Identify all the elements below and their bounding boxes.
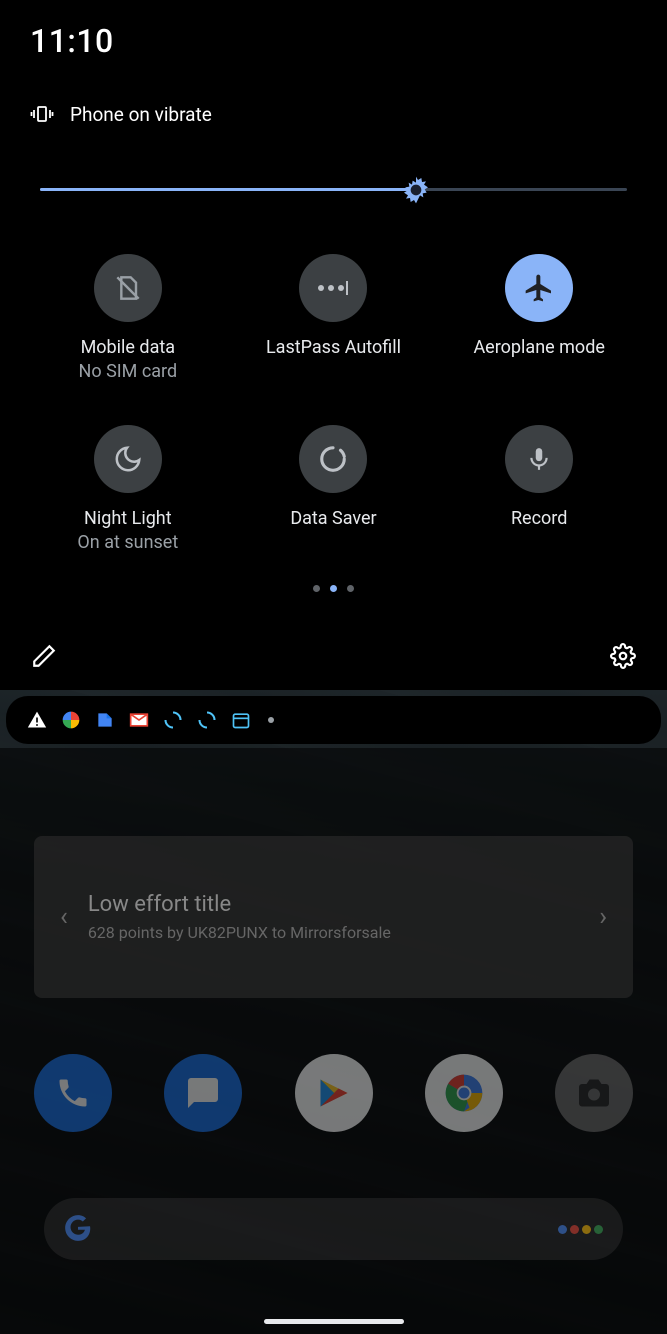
dock-chrome[interactable] [425,1054,503,1132]
tile-lastpass[interactable]: LastPass Autofill [236,254,432,385]
chevron-right-icon[interactable]: › [593,902,613,932]
search-bar[interactable] [44,1198,623,1260]
widget-content: Low effort title 628 points by UK82PUNX … [74,892,593,942]
settings-button[interactable] [609,642,637,670]
calendar-icon [230,709,252,731]
qs-footer [30,642,637,670]
brightness-thumb-icon[interactable] [400,174,432,206]
dock-phone[interactable] [34,1054,112,1132]
tile-night-light[interactable]: Night Light On at sunset [30,425,226,556]
tile-label: Aeroplane mode [473,336,604,360]
clock-time: 11:10 [30,22,637,60]
more-dot [268,717,274,723]
tile-title: Record [511,507,567,531]
tile-mobile-data[interactable]: Mobile data No SIM card [30,254,226,385]
tile-label: Record [511,507,567,531]
data-saver-icon [299,425,367,493]
vibrate-icon [30,102,54,126]
tile-label: LastPass Autofill [266,336,401,360]
dock-play-store[interactable] [295,1054,373,1132]
moon-icon [94,425,162,493]
tile-record[interactable]: Record [441,425,637,556]
tile-label: Data Saver [290,507,376,531]
gmail-icon [128,709,150,731]
brightness-slider[interactable] [40,176,627,204]
widget-subtitle: 628 points by UK82PUNX to Mirrorsforsale [88,923,593,942]
sync-icon [196,709,218,731]
page-dot [313,585,320,592]
navigation-pill[interactable] [264,1319,404,1324]
widget-title: Low effort title [88,892,593,917]
sync-icon [162,709,184,731]
photos-icon [60,709,82,731]
dock [34,1054,633,1132]
dock-messages[interactable] [164,1054,242,1132]
dots-cursor-icon [299,254,367,322]
edit-button[interactable] [30,642,58,670]
brightness-fill [40,188,416,191]
tile-label: Night Light On at sunset [77,507,178,556]
files-icon [94,709,116,731]
notification-bar[interactable] [6,696,661,744]
tile-subtitle: No SIM card [79,360,178,384]
tile-data-saver[interactable]: Data Saver [236,425,432,556]
tile-subtitle: On at sunset [77,531,178,555]
tile-title: Mobile data [79,336,178,360]
tile-title: Aeroplane mode [473,336,604,360]
quick-settings-panel: 11:10 Phone on vibrate [6,0,661,688]
page-indicator [30,585,637,592]
tile-title: LastPass Autofill [266,336,401,360]
homescreen-widget[interactable]: ‹ Low effort title 628 points by UK82PUN… [34,836,633,998]
qs-tiles-grid: Mobile data No SIM card LastPass Autofil… [30,254,637,555]
google-logo-icon [64,1214,94,1244]
chevron-left-icon[interactable]: ‹ [54,902,74,932]
tile-title: Night Light [77,507,178,531]
airplane-icon [505,254,573,322]
dock-camera[interactable] [555,1054,633,1132]
tile-label: Mobile data No SIM card [79,336,178,385]
mic-icon [505,425,573,493]
warning-icon [26,709,48,731]
tile-title: Data Saver [290,507,376,531]
tile-aeroplane-mode[interactable]: Aeroplane mode [441,254,637,385]
vibrate-label: Phone on vibrate [70,103,212,126]
page-dot-active [330,585,337,592]
assistant-icon[interactable] [558,1225,603,1234]
status-row: Phone on vibrate [30,102,637,126]
sim-off-icon [94,254,162,322]
page-dot [347,585,354,592]
